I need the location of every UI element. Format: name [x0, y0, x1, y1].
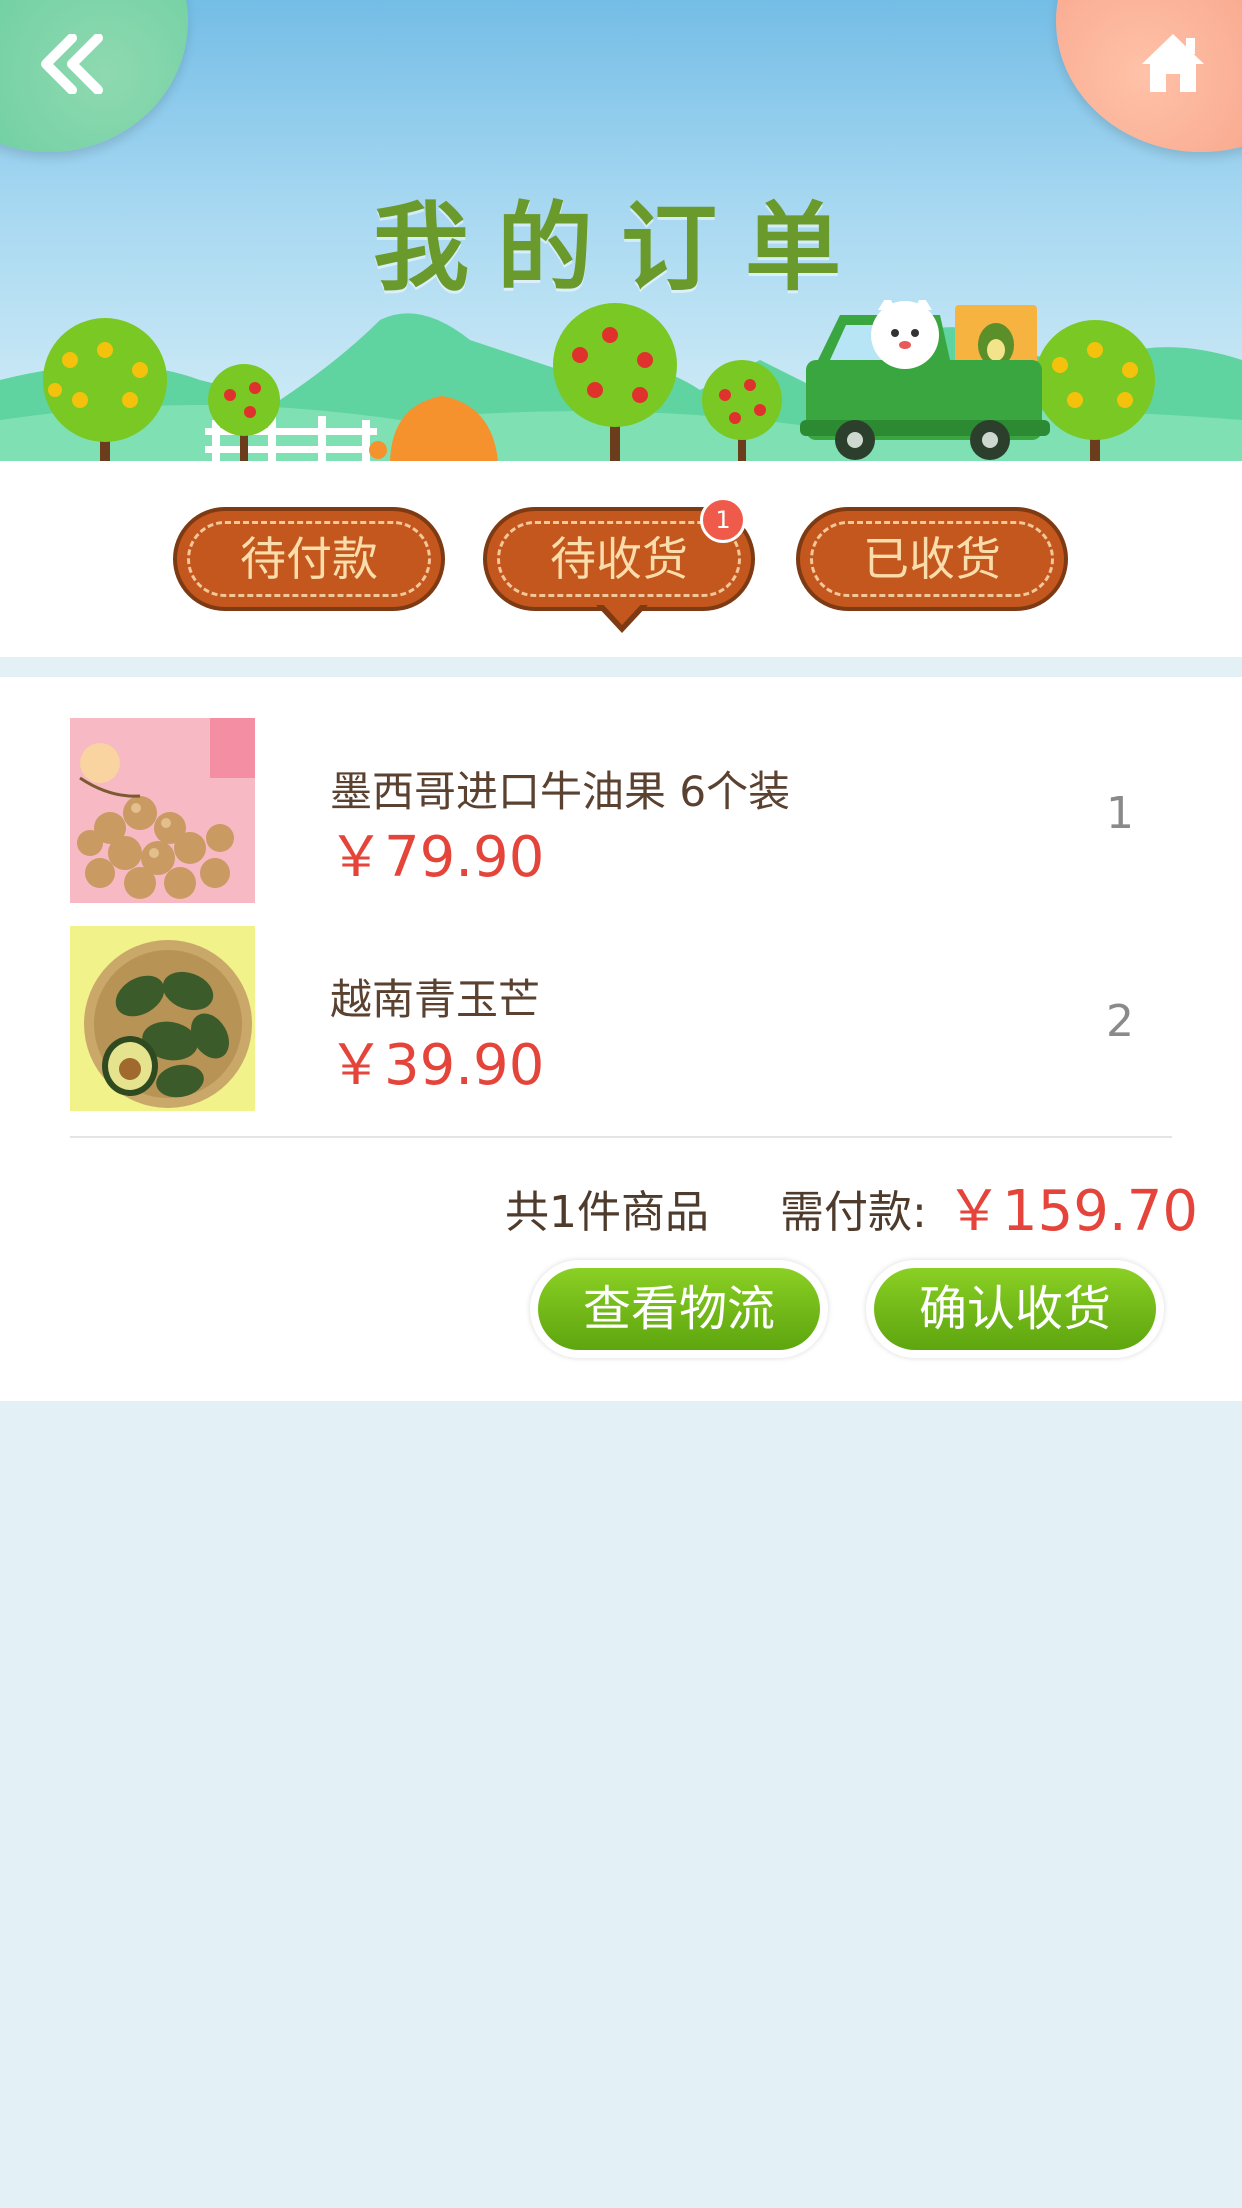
- product-thumbnail-avocado: [70, 926, 255, 1111]
- tab-label: 待付款: [240, 532, 378, 586]
- orchard-scenery-illustration: [0, 300, 1242, 461]
- product-name: 越南青玉芒: [330, 975, 541, 1024]
- view-logistics-button[interactable]: 查看物流: [530, 1260, 828, 1358]
- double-chevron-left-icon[interactable]: [38, 34, 106, 94]
- product-thumbnail-longan: [70, 718, 255, 903]
- home-icon[interactable]: [1140, 30, 1206, 96]
- product-quantity: 2: [1106, 996, 1134, 1047]
- header-banner: 我的订单: [0, 0, 1242, 461]
- page-title: 我的订单: [373, 191, 869, 304]
- item-count: 共1件商品: [505, 1187, 709, 1238]
- tab-label: 已收货: [863, 532, 1001, 586]
- product-price: ￥39.90: [328, 1033, 545, 1098]
- order-item[interactable]: 越南青玉芒 ￥39.90 2: [0, 926, 1242, 1112]
- confirm-receipt-label: 确认收货: [874, 1268, 1156, 1350]
- payment-label: 需付款:: [780, 1187, 927, 1238]
- product-quantity: 1: [1106, 788, 1134, 839]
- notification-badge: 1: [700, 497, 746, 543]
- view-logistics-label: 查看物流: [538, 1268, 820, 1350]
- payment-total: ￥159.70: [946, 1179, 1198, 1244]
- order-item[interactable]: 墨西哥进口牛油果 6个装 ￥79.90 1: [0, 718, 1242, 904]
- divider: [70, 1136, 1172, 1138]
- tab-received[interactable]: 已收货: [796, 507, 1068, 611]
- confirm-receipt-button[interactable]: 确认收货: [866, 1260, 1164, 1358]
- product-name: 墨西哥进口牛油果 6个装: [330, 767, 791, 816]
- tab-pending-payment[interactable]: 待付款: [173, 507, 445, 611]
- product-price: ￥79.90: [328, 825, 545, 890]
